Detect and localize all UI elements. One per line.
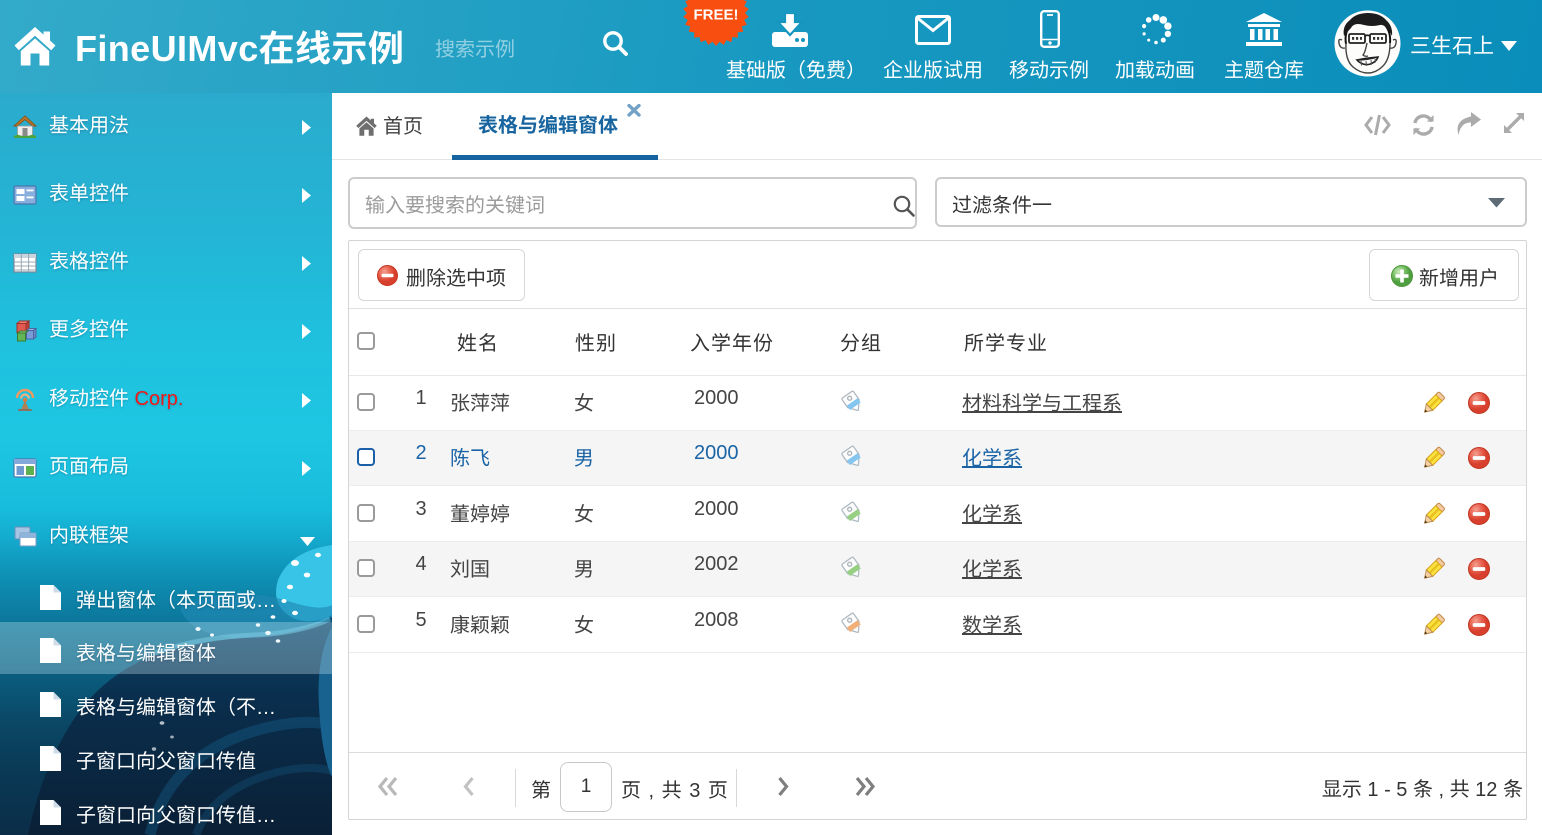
svg-text:FREE!: FREE!	[694, 6, 739, 23]
